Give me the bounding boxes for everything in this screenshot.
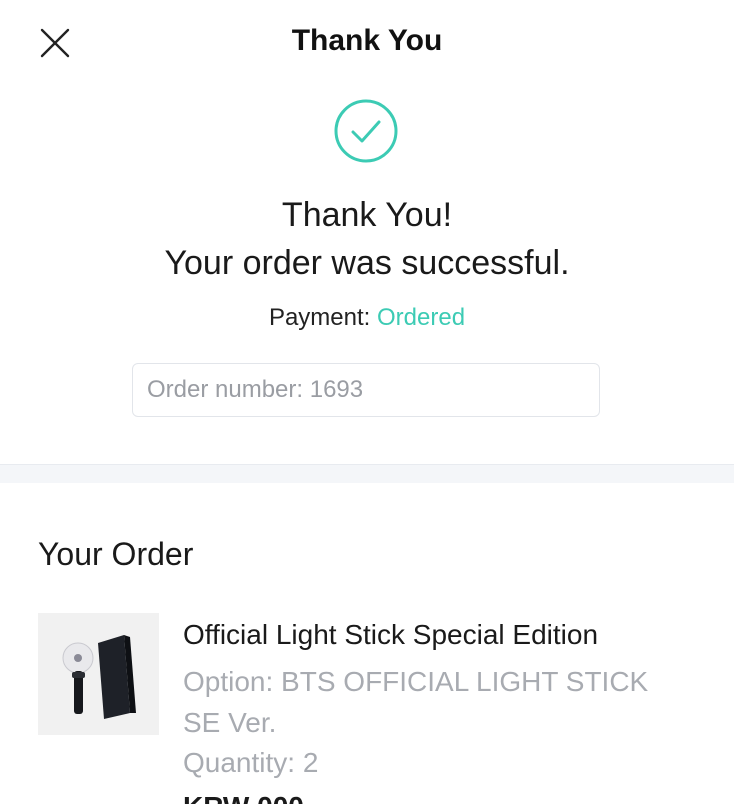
success-message: Your order was successful. xyxy=(164,244,570,282)
success-title: Thank You! xyxy=(281,196,453,234)
header: Thank You xyxy=(0,0,734,86)
payment-status-line: Payment: Ordered xyxy=(0,304,734,332)
page-title: Thank You xyxy=(291,24,443,57)
item-price: KRW 000 xyxy=(183,791,304,804)
product-image xyxy=(38,613,159,735)
checkmark-circle-icon xyxy=(334,99,398,163)
payment-label: Payment: xyxy=(268,304,371,331)
item-quantity: Quantity: 2 xyxy=(183,747,319,778)
order-number-field[interactable]: Order number: 1693 xyxy=(132,363,600,417)
your-order-title: Your Order xyxy=(38,536,194,572)
order-number-text: Order number: 1693 xyxy=(147,376,364,403)
item-name: Official Light Stick Special Edition xyxy=(183,619,599,650)
payment-status: Ordered xyxy=(377,304,466,331)
section-divider xyxy=(0,464,734,483)
order-confirmation-screen: Thank You Thank You! Your order was succ… xyxy=(0,0,734,804)
light-stick-image xyxy=(38,613,159,735)
item-option: Option: BTS OFFICIAL LIGHT STICK SE Ver. xyxy=(183,666,649,738)
order-item[interactable]: Official Light Stick Special Edition Opt… xyxy=(38,613,734,804)
